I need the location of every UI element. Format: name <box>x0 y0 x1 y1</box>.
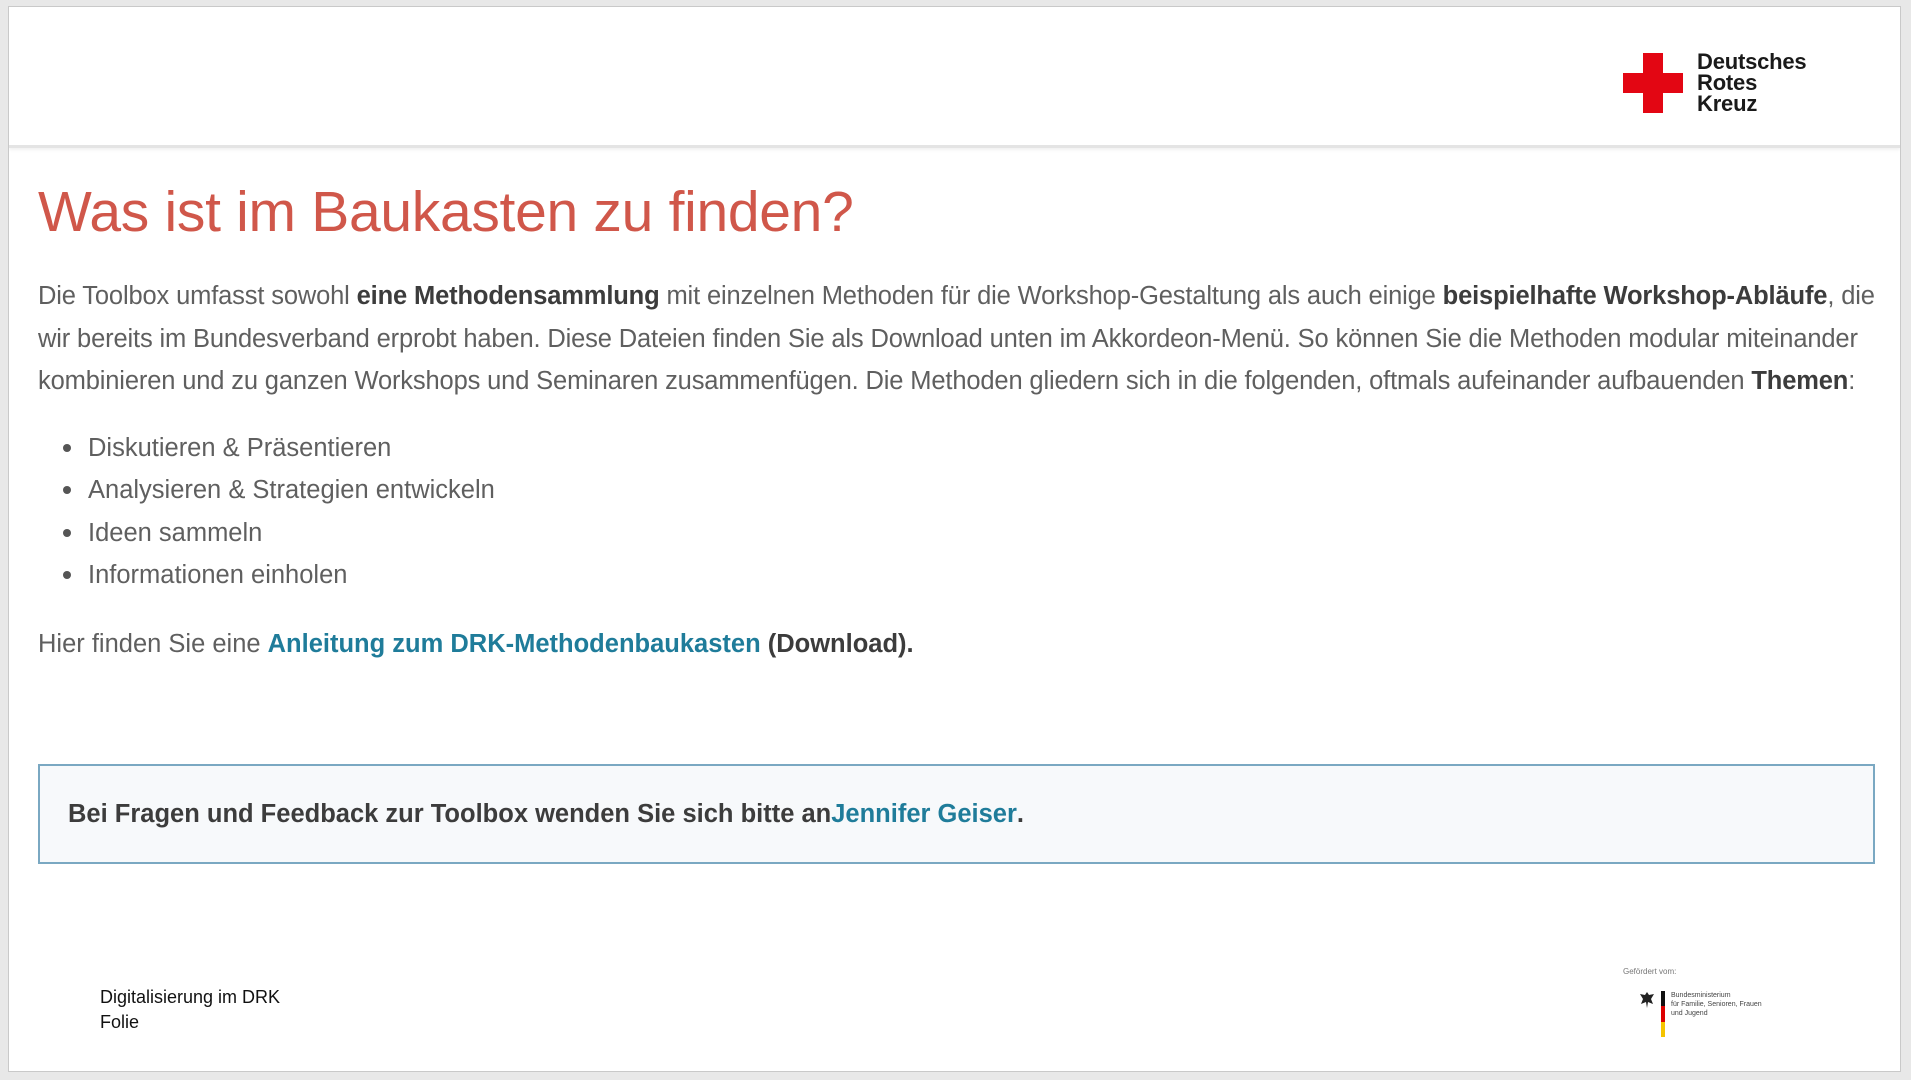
download-guide-link[interactable]: Anleitung zum DRK-Methodenbaukasten <box>268 630 761 658</box>
logo-wordmark: Deutsches Rotes Kreuz <box>1697 49 1807 116</box>
slide-header: Deutsches Rotes Kreuz <box>9 7 1900 148</box>
list-item: Diskutieren & Präsentieren <box>63 427 1883 470</box>
info-box-end: . <box>1016 799 1024 828</box>
download-prefix: Hier finden Sie eine <box>38 629 268 658</box>
footer-line-2: Folie <box>100 1012 140 1032</box>
sponsor-logo: Gefördert vom: Bundesministerium für Fam… <box>1623 967 1783 1047</box>
theme-label: Diskutieren & Präsentieren <box>88 433 392 462</box>
bullet-icon <box>63 486 71 494</box>
flag-stripe <box>1661 991 1665 1037</box>
download-line: Hier finden Sie eine Anleitung zum DRK-M… <box>38 623 1883 666</box>
list-item: Informationen einholen <box>63 554 1883 597</box>
red-cross-icon <box>1623 52 1683 113</box>
intro-text-2: mit einzelnen Methoden für die Workshop-… <box>659 282 1443 310</box>
list-item: Ideen sammeln <box>63 512 1883 555</box>
logo-line-2: Rotes <box>1697 70 1758 95</box>
list-item: Analysieren & Strategien entwickeln <box>63 469 1883 512</box>
intro-text-4: : <box>1848 367 1856 395</box>
footer-line-1: Digitalisierung im DRK <box>100 987 281 1007</box>
info-box-text: Bei Fragen und Feedback zur Toolbox wend… <box>68 799 832 828</box>
bullet-icon <box>63 528 71 537</box>
contact-info-box: Bei Fragen und Feedback zur Toolbox wend… <box>38 764 1875 864</box>
drk-logo: Deutsches Rotes Kreuz <box>1623 49 1807 116</box>
federal-eagle-icon <box>1640 992 1654 1008</box>
logo-line-1: Deutsches <box>1697 49 1807 74</box>
ministry-line-3: und Jugend <box>1671 1010 1708 1017</box>
contact-person-link[interactable]: Jennifer Geiser <box>831 800 1017 829</box>
sponsor-row: Bundesministerium für Familie, Senioren,… <box>1639 991 1783 1037</box>
slide-footer: Digitalisierung im DRK Folie <box>100 985 280 1035</box>
bullet-icon <box>63 571 71 579</box>
sponsor-caption: Gefördert vom: <box>1623 967 1677 976</box>
download-suffix: (Download). <box>760 629 914 658</box>
intro-bold-2: beispielhafte Workshop-Abläufe <box>1442 282 1828 310</box>
ministry-line-1: Bundesministerium <box>1671 992 1731 999</box>
slide: Deutsches Rotes Kreuz Was ist im Baukast… <box>8 6 1901 1072</box>
intro-text-1: Die Toolbox umfasst sowohl <box>38 282 357 310</box>
main-content: Was ist im Baukasten zu finden? Die Tool… <box>38 177 1883 665</box>
theme-label: Informationen einholen <box>88 561 348 589</box>
bullet-icon <box>63 443 71 452</box>
theme-label: Analysieren & Strategien entwickeln <box>88 476 495 504</box>
theme-label: Ideen sammeln <box>88 518 263 547</box>
intro-bold-3: Themen <box>1751 367 1849 395</box>
page-title: Was ist im Baukasten zu finden? <box>38 180 854 244</box>
intro-paragraph: Die Toolbox umfasst sowohl eine Methoden… <box>38 275 1883 403</box>
themes-list: Diskutieren & Präsentieren Analysieren &… <box>38 427 1883 597</box>
logo-line-3: Kreuz <box>1697 91 1758 116</box>
ministry-line-2: für Familie, Senioren, Frauen <box>1671 1001 1762 1008</box>
intro-bold-1: eine Methodensammlung <box>356 282 660 310</box>
ministry-name: Bundesministerium für Familie, Senioren,… <box>1671 991 1762 1018</box>
